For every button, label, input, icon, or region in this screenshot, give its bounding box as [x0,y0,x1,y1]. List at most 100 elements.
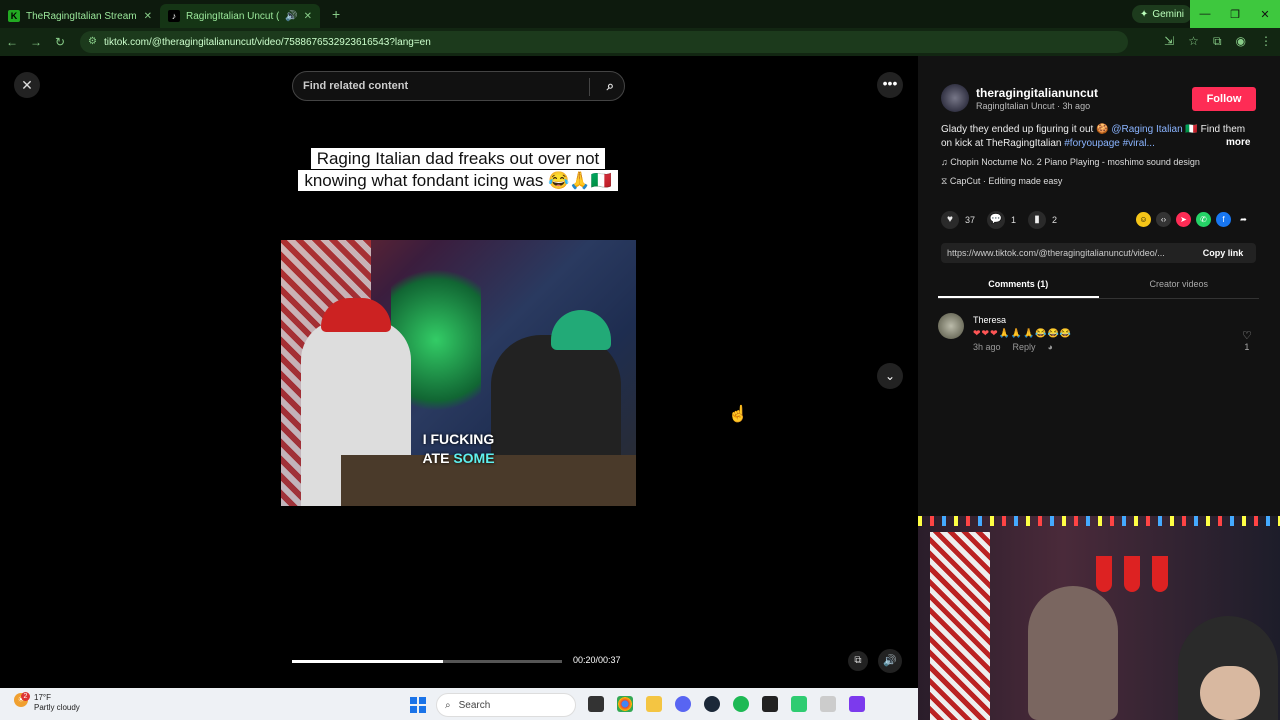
stocking [1096,556,1112,592]
comment-like-button[interactable]: ♡ 1 [1242,329,1252,352]
close-window-icon[interactable]: ✕ [1250,0,1280,28]
more-link[interactable]: more [1226,137,1250,148]
search-placeholder: Find related content [303,80,409,92]
string-lights [918,516,1280,526]
taskbar-search[interactable]: ⌕ Search [436,693,576,717]
close-tab-icon[interactable]: ✕ [304,11,312,22]
follow-button[interactable]: Follow [1192,87,1256,111]
address-bar[interactable]: ⚙ tiktok.com/@theragingitalianuncut/vide… [80,31,1128,53]
install-icon[interactable]: ⇲ [1164,34,1174,49]
url-text: tiktok.com/@theragingitalianuncut/video/… [104,36,431,48]
tab-comments[interactable]: Comments (1) [938,277,1099,298]
reply-button[interactable]: Reply [1013,342,1036,352]
steam-icon[interactable] [704,696,720,712]
volume-icon[interactable]: 🔊 [878,649,902,673]
subtitle-plain: ATE [422,450,454,466]
like-button[interactable]: ♥ 37 [941,211,975,229]
facebook-icon[interactable]: f [1216,212,1231,227]
streamer-background-person [1028,586,1118,720]
caption-text: Raging Italian dad freaks out over not k… [298,148,618,191]
chrome-icon[interactable] [617,696,633,712]
reload-icon[interactable]: ↻ [48,35,72,49]
capcut-link[interactable]: ⧖ CapCut · Editing made easy [941,176,1062,187]
tab-kick-stream[interactable]: K TheRagingItalian Stream - Wat ✕ [0,4,160,28]
browser-tab-bar: K TheRagingItalian Stream - Wat ✕ ♪ Ragi… [0,0,1280,28]
tab-tiktok[interactable]: ♪ RagingItalian Uncut (@theragingitalian… [160,4,320,28]
embed-icon[interactable]: ‹› [1156,212,1171,227]
mention-link[interactable]: @Raging Italian 🇮🇹 [1111,124,1198,135]
stocking [1124,556,1140,592]
weather-text: 17°F Partly cloudy [34,693,80,713]
spotify-icon[interactable] [733,696,749,712]
app-m-icon[interactable] [820,696,836,712]
audio-icon[interactable]: 🔊 [285,11,297,22]
whatsapp-icon[interactable]: ✆ [1196,212,1211,227]
app-icon[interactable] [791,696,807,712]
search-divider [589,78,590,96]
copy-link-button[interactable]: Copy link [1190,248,1256,258]
window-controls: — ❐ ✕ [1190,0,1280,28]
music-link[interactable]: ♫ Chopin Nocturne No. 2 Piano Playing - … [941,157,1200,167]
epic-games-icon[interactable] [762,696,778,712]
tab-title: TheRagingItalian Stream - Wat [26,10,138,22]
browser-toolbar: ← → ↻ ⚙ tiktok.com/@theragingitalianuncu… [0,28,1280,56]
new-tab-icon[interactable]: + [332,6,340,22]
comment-icon: 💬 [987,211,1006,229]
comment-like-count: 1 [1244,342,1250,352]
creator-username[interactable]: theragingitalianuncut [976,86,1098,100]
windows-start-icon[interactable] [410,697,426,713]
mouse-cursor-icon: ☝ [728,406,748,423]
stocking [1152,556,1168,592]
back-icon[interactable]: ← [0,35,24,49]
menu-icon[interactable]: ⋮ [1260,34,1272,49]
more-options-button[interactable]: ••• [877,72,903,98]
find-related-search[interactable]: Find related content ⌕ [292,71,625,101]
commenter-avatar[interactable] [938,313,964,339]
share-arrow-icon[interactable]: ➦ [1236,212,1251,227]
close-tab-icon[interactable]: ✕ [144,11,152,22]
extensions-icon[interactable]: ⧉ [1213,34,1222,49]
post-description: Glady they ended up figuring it out 🍪 @R… [941,123,1256,151]
like-count: 37 [965,215,976,225]
close-video-button[interactable]: ✕ [14,72,40,98]
file-explorer-icon[interactable] [646,696,662,712]
kick-icon: K [8,10,20,22]
minimize-icon[interactable]: — [1190,0,1220,28]
creator-avatar[interactable] [941,84,969,112]
taskbar-search-label: Search [458,699,491,711]
tab-creator-videos[interactable]: Creator videos [1099,277,1260,298]
commenter-name[interactable]: Theresa [973,315,1006,325]
subtitle-line-1: I FUCKING [422,431,495,447]
forward-icon[interactable]: → [24,35,48,49]
comment-meta: 3h ago Reply ◕ [973,342,1053,352]
profile-icon[interactable]: ◉ [1236,34,1246,49]
app-grid-icon[interactable] [849,696,865,712]
elf-hat [551,310,611,350]
share-url[interactable]: https://www.tiktok.com/@theragingitalian… [947,248,1190,258]
bookmark-star-icon[interactable]: ☆ [1188,34,1199,49]
progress-fill [292,660,444,663]
creator-subtitle: RagingItalian Uncut · 3h ago [976,101,1091,111]
creator-liked-icon: ◕ [1047,342,1053,352]
site-info-icon[interactable]: ⚙ [88,36,97,47]
save-button[interactable]: ▮ 2 [1028,211,1057,229]
gemini-label: Gemini [1152,8,1184,20]
progress-bar[interactable] [292,660,562,663]
tiktok-icon: ♪ [168,10,180,22]
next-video-button[interactable]: ⌄ [877,363,903,389]
discord-icon[interactable] [675,696,691,712]
send-icon[interactable]: ➤ [1176,212,1191,227]
gemini-button[interactable]: ✦ Gemini [1131,5,1192,23]
wrapping-paper-wall [930,532,990,720]
time-display: 00:20/00:37 [573,655,621,665]
toolbar-actions: ⇲ ☆ ⧉ ◉ ⋮ [1164,34,1272,49]
task-view-icon[interactable] [588,696,604,712]
emoji-share-icon[interactable]: ☺ [1136,212,1151,227]
hashtag-links[interactable]: #foryoupage #viral... [1064,138,1155,149]
subtitle-line-2: ATE SOME [281,449,636,468]
picture-in-picture-icon[interactable]: ⧉ [848,651,868,671]
weather-condition: Partly cloudy [34,703,80,712]
restore-icon[interactable]: ❐ [1220,0,1250,28]
search-icon[interactable]: ⌕ [607,78,614,94]
comment-button[interactable]: 💬 1 [987,211,1016,229]
